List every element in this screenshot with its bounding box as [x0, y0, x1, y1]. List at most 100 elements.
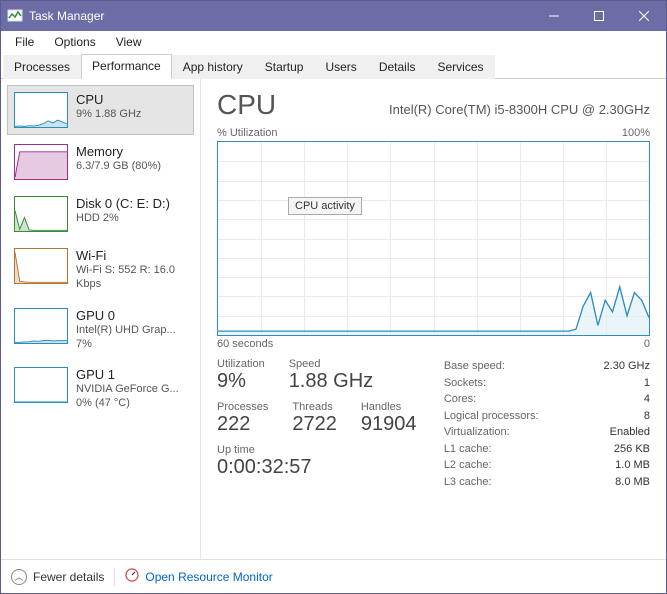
- minimize-button[interactable]: [531, 1, 576, 31]
- detail-value: 1.0 MB: [615, 457, 650, 474]
- titlebar[interactable]: Task Manager: [1, 1, 666, 31]
- detail-row: Base speed:2.30 GHz: [444, 358, 650, 375]
- stat-handles: Handles 91904: [361, 401, 417, 436]
- sidebar-text: Wi-Fi Wi-Fi S: 552 R: 16.0 Kbps: [76, 248, 187, 292]
- stat-value: 0:00:32:57: [217, 456, 444, 479]
- chart-ylabel: % Utilization: [217, 127, 278, 139]
- sidebar-item-cpu[interactable]: CPU 9% 1.88 GHz: [7, 85, 194, 135]
- sidebar-item-sub: 9% 1.88 GHz: [76, 107, 141, 121]
- sidebar-text: GPU 0 Intel(R) UHD Grap... 7%: [76, 308, 187, 352]
- app-icon: [7, 8, 23, 24]
- stat-label: Handles: [361, 401, 417, 413]
- page-title: CPU: [217, 89, 276, 121]
- sidebar-item-sub: HDD 2%: [76, 211, 170, 225]
- cpu-model: Intel(R) Core(TM) i5-8300H CPU @ 2.30GHz: [292, 102, 650, 117]
- stat-label: Processes: [217, 401, 268, 413]
- main-heading-row: CPU Intel(R) Core(TM) i5-8300H CPU @ 2.3…: [217, 89, 650, 121]
- disk-thumb: [14, 196, 68, 232]
- chart-top-labels: % Utilization 100%: [217, 127, 650, 139]
- tab-performance[interactable]: Performance: [81, 54, 172, 79]
- detail-row: Logical processors: 8: [444, 408, 650, 425]
- sidebar-item-wifi[interactable]: Wi-Fi Wi-Fi S: 552 R: 16.0 Kbps: [7, 241, 194, 299]
- stat-speed: Speed 1.88 GHz: [289, 358, 373, 393]
- sidebar-item-sub: Wi-Fi S: 552 R: 16.0 Kbps: [76, 263, 187, 292]
- resource-monitor-label: Open Resource Monitor: [145, 570, 272, 584]
- cpu-chart[interactable]: CPU activity: [217, 141, 650, 336]
- stat-value: 2722: [292, 413, 337, 436]
- sidebar-item-sub: 6.3/7.9 GB (80%): [76, 159, 161, 173]
- detail-key: Cores:: [444, 391, 476, 408]
- main-panel: CPU Intel(R) Core(TM) i5-8300H CPU @ 2.3…: [201, 79, 666, 559]
- sidebar-text: Memory 6.3/7.9 GB (80%): [76, 144, 161, 173]
- detail-row: Sockets:1: [444, 375, 650, 392]
- detail-key: Logical processors:: [444, 408, 539, 425]
- chart-bottom-labels: 60 seconds 0: [217, 338, 650, 350]
- stat-value: 222: [217, 413, 268, 436]
- sidebar-item-memory[interactable]: Memory 6.3/7.9 GB (80%): [7, 137, 194, 187]
- detail-value: Enabled: [610, 424, 650, 441]
- sidebar-text: CPU 9% 1.88 GHz: [76, 92, 141, 121]
- chevron-up-icon: ︿: [11, 569, 27, 585]
- sidebar-item-label: GPU 0: [76, 308, 187, 323]
- chart-ymax: 100%: [622, 127, 650, 139]
- detail-value: 1: [644, 375, 650, 392]
- window-title: Task Manager: [29, 9, 531, 23]
- sidebar-item-label: Wi-Fi: [76, 248, 187, 263]
- menu-options[interactable]: Options: [44, 33, 105, 51]
- sidebar-item-sub: NVIDIA GeForce G... 0% (47 °C): [76, 382, 187, 411]
- tab-startup[interactable]: Startup: [254, 55, 315, 79]
- chart-xright: 0: [644, 338, 650, 350]
- gpu1-thumb: [14, 367, 68, 403]
- detail-key: L2 cache:: [444, 457, 492, 474]
- stat-utilization: Utilization 9%: [217, 358, 265, 393]
- sidebar-item-sub: Intel(R) UHD Grap... 7%: [76, 323, 187, 352]
- resource-monitor-icon: [125, 568, 139, 585]
- tab-details[interactable]: Details: [368, 55, 427, 79]
- tab-app-history[interactable]: App history: [172, 55, 254, 79]
- gpu0-thumb: [14, 308, 68, 344]
- sidebar-text: GPU 1 NVIDIA GeForce G... 0% (47 °C): [76, 367, 187, 411]
- detail-key: Virtualization:: [444, 424, 510, 441]
- stat-row: Processes 222 Threads 2722 Handles 91904: [217, 401, 444, 436]
- stat-label: Threads: [292, 401, 337, 413]
- menubar: File Options View: [1, 31, 666, 53]
- fewer-details-button[interactable]: ︿ Fewer details: [11, 569, 104, 585]
- stats-right: Base speed:2.30 GHzSockets:1Cores:4Logic…: [444, 358, 650, 490]
- fewer-details-label: Fewer details: [33, 570, 104, 584]
- sidebar-text: Disk 0 (C: E: D:) HDD 2%: [76, 196, 170, 225]
- detail-value: 256 KB: [614, 441, 650, 458]
- tab-strip: Processes Performance App history Startu…: [1, 53, 666, 79]
- chart-tooltip: CPU activity: [288, 197, 362, 215]
- detail-value: 8: [644, 408, 650, 425]
- stat-threads: Threads 2722: [292, 401, 337, 436]
- sidebar: CPU 9% 1.88 GHz Memory 6.3/7.9 GB (80%) …: [1, 79, 201, 559]
- tab-services[interactable]: Services: [427, 55, 495, 79]
- stat-value: 1.88 GHz: [289, 370, 373, 393]
- stat-label: Up time: [217, 444, 444, 456]
- cpu-thumb: [14, 92, 68, 128]
- footer-separator: [114, 568, 115, 586]
- close-button[interactable]: [621, 1, 666, 31]
- detail-value: 4: [644, 391, 650, 408]
- sidebar-item-label: Disk 0 (C: E: D:): [76, 196, 170, 211]
- open-resource-monitor-link[interactable]: Open Resource Monitor: [125, 568, 272, 585]
- stat-label: Speed: [289, 358, 373, 370]
- task-manager-window: Task Manager File Options View Processes…: [0, 0, 667, 594]
- tab-processes[interactable]: Processes: [3, 55, 81, 79]
- sidebar-item-gpu1[interactable]: GPU 1 NVIDIA GeForce G... 0% (47 °C): [7, 360, 194, 418]
- chart-xleft: 60 seconds: [217, 338, 273, 350]
- menu-view[interactable]: View: [106, 33, 152, 51]
- sidebar-item-gpu0[interactable]: GPU 0 Intel(R) UHD Grap... 7%: [7, 301, 194, 359]
- content-body: CPU 9% 1.88 GHz Memory 6.3/7.9 GB (80%) …: [1, 79, 666, 559]
- menu-file[interactable]: File: [5, 33, 44, 51]
- maximize-button[interactable]: [576, 1, 621, 31]
- sidebar-item-disk[interactable]: Disk 0 (C: E: D:) HDD 2%: [7, 189, 194, 239]
- tab-users[interactable]: Users: [314, 55, 367, 79]
- detail-row: L2 cache: 1.0 MB: [444, 457, 650, 474]
- detail-row: L1 cache: 256 KB: [444, 441, 650, 458]
- detail-row: Virtualization: Enabled: [444, 424, 650, 441]
- wifi-thumb: [14, 248, 68, 284]
- detail-key: L1 cache:: [444, 441, 492, 458]
- sidebar-item-label: Memory: [76, 144, 161, 159]
- stats-left: Utilization 9% Speed 1.88 GHz Processes …: [217, 358, 444, 490]
